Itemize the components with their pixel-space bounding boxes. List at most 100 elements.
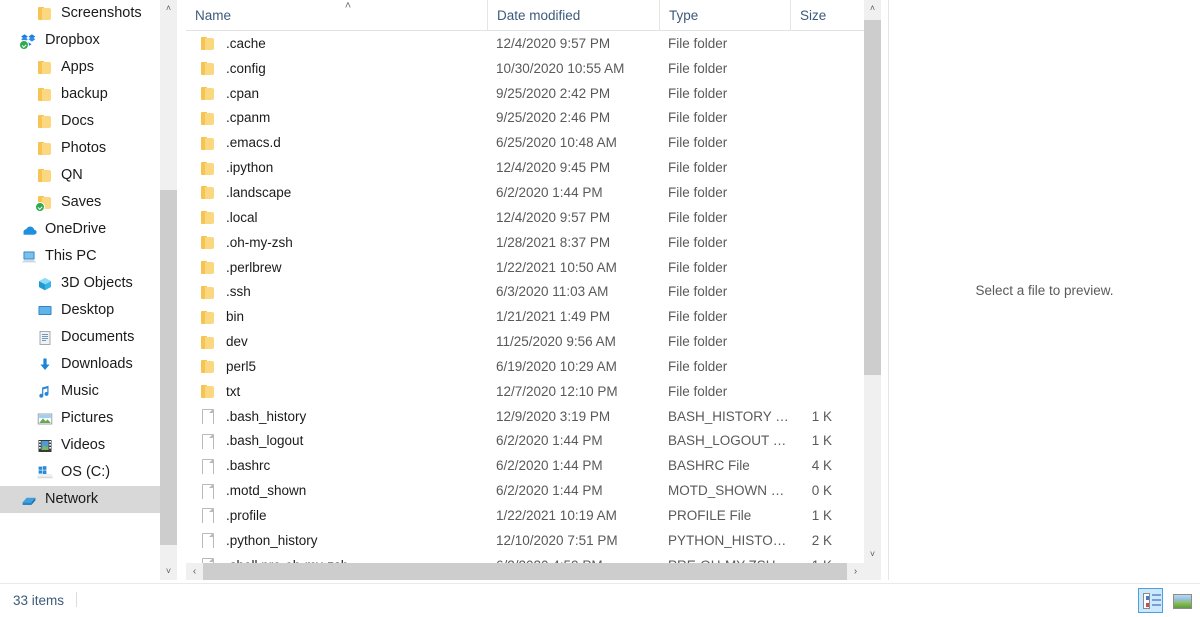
table-row[interactable]: dev 11/25/2020 9:56 AM File folder xyxy=(186,329,880,354)
view-mode-buttons[interactable] xyxy=(1138,588,1194,613)
table-row[interactable]: txt 12/7/2020 12:10 PM File folder xyxy=(186,379,880,404)
file-icon xyxy=(199,532,216,549)
sidebar-item-desktop[interactable]: Desktop xyxy=(0,297,160,324)
column-header-name[interactable]: Name ˄ xyxy=(186,0,487,31)
sidebar-item-music[interactable]: Music xyxy=(0,378,160,405)
date-modified-cell: 6/2/2020 1:44 PM xyxy=(496,184,603,200)
table-row[interactable]: .emacs.d 6/25/2020 10:48 AM File folder xyxy=(186,130,880,155)
table-row[interactable]: .cpan 9/25/2020 2:42 PM File folder xyxy=(186,81,880,106)
sidebar-item-screenshots[interactable]: Screenshots xyxy=(0,0,160,27)
sidebar-item-photos[interactable]: Photos xyxy=(0,135,160,162)
file-name-cell: .bash_history xyxy=(186,408,487,425)
sidebar-item-os-c[interactable]: OS (C:) xyxy=(0,459,160,486)
file-type-cell: PROFILE File xyxy=(668,507,752,523)
file-type-cell: File folder xyxy=(668,184,728,200)
table-row[interactable]: .profile 1/22/2021 10:19 AM PROFILE File 1 … xyxy=(186,503,880,528)
table-row[interactable]: .motd_shown 6/2/2020 1:44 PM MOTD_SHOWN Fi… xyxy=(186,478,880,503)
file-type-cell: File folder xyxy=(668,383,728,399)
list-horizontal-scrollbar[interactable]: ‹ › xyxy=(186,563,864,580)
list-vertical-scrollbar[interactable]: ˄ ˅ xyxy=(864,0,881,580)
sidebar-item-label: Photos xyxy=(61,140,107,157)
sidebar-item-downloads[interactable]: Downloads xyxy=(0,351,160,378)
file-name-cell: txt xyxy=(186,383,487,399)
table-row[interactable]: .bash_history 12/9/2020 3:19 PM BASH_HISTO… xyxy=(186,404,880,429)
file-list-rows[interactable]: .cache 12/4/2020 9:57 PM File folder .confi… xyxy=(186,31,880,566)
nav-vertical-scrollbar[interactable]: ˄ ˅ xyxy=(160,0,177,580)
list-scroll-up-button[interactable]: ˄ xyxy=(864,0,881,17)
sidebar-item-dropbox[interactable]: Dropbox xyxy=(0,27,160,54)
table-row[interactable]: .landscape 6/2/2020 1:44 PM File folder xyxy=(186,180,880,205)
details-view-button[interactable] xyxy=(1138,588,1163,613)
folder-icon xyxy=(199,358,216,374)
file-name-label: .bashrc xyxy=(226,458,271,474)
table-row[interactable]: perl5 6/19/2020 10:29 AM File folder xyxy=(186,354,880,379)
table-row[interactable]: .cpanm 9/25/2020 2:46 PM File folder xyxy=(186,106,880,131)
desktop-icon xyxy=(36,302,54,319)
table-row[interactable]: .config 10/30/2020 10:55 AM File folder xyxy=(186,56,880,81)
network-icon xyxy=(20,491,38,508)
table-row[interactable]: .local 12/4/2020 9:57 PM File folder xyxy=(186,205,880,230)
folder-icon xyxy=(199,35,216,51)
navigation-pane[interactable]: Screenshots Dropbox Apps backup Docs Photos QN… xyxy=(0,0,160,580)
sidebar-item-onedrive[interactable]: OneDrive xyxy=(0,216,160,243)
folder-icon xyxy=(36,5,54,22)
sidebar-item-this-pc[interactable]: This PC xyxy=(0,243,160,270)
table-row[interactable]: bin 1/21/2021 1:49 PM File folder xyxy=(186,304,880,329)
music-icon xyxy=(36,383,54,400)
sidebar-item-label: Videos xyxy=(61,437,106,454)
file-name-label: .ipython xyxy=(226,160,274,176)
folder-icon xyxy=(199,234,216,250)
file-type-cell: File folder xyxy=(668,60,728,76)
list-scroll-right-button[interactable]: › xyxy=(847,563,864,580)
file-name-cell: .cache xyxy=(186,35,487,51)
table-row[interactable]: .bashrc 6/2/2020 1:44 PM BASHRC File 4 K xyxy=(186,453,880,478)
column-header-type[interactable]: Type xyxy=(659,0,790,31)
sidebar-item-documents[interactable]: Documents xyxy=(0,324,160,351)
file-type-cell: BASH_HISTORY File xyxy=(668,408,790,424)
table-row[interactable]: .bash_logout 6/2/2020 1:44 PM BASH_LOGOUT … xyxy=(186,429,880,454)
column-header-date-modified[interactable]: Date modified xyxy=(487,0,659,31)
date-modified-cell: 1/21/2021 1:49 PM xyxy=(496,309,611,325)
sidebar-item-label: Documents xyxy=(61,329,135,346)
sidebar-item-label: backup xyxy=(61,86,108,103)
sidebar-item-videos[interactable]: Videos xyxy=(0,432,160,459)
table-row[interactable]: .cache 12/4/2020 9:57 PM File folder xyxy=(186,31,880,56)
sidebar-item-pictures[interactable]: Pictures xyxy=(0,405,160,432)
file-name-cell: .emacs.d xyxy=(186,135,487,151)
date-modified-cell: 6/2/2020 1:44 PM xyxy=(496,458,603,474)
file-name-cell: .bash_logout xyxy=(186,433,487,449)
table-row[interactable]: .ipython 12/4/2020 9:45 PM File folder xyxy=(186,155,880,180)
list-scrollbar-track[interactable] xyxy=(864,17,881,563)
sidebar-item-saves[interactable]: Saves xyxy=(0,189,160,216)
sidebar-item-backup[interactable]: backup xyxy=(0,81,160,108)
table-row[interactable]: .ssh 6/3/2020 11:03 AM File folder xyxy=(186,279,880,304)
list-scrollbar-thumb[interactable] xyxy=(864,20,881,375)
file-name-label: .profile xyxy=(226,507,267,523)
file-name-label: dev xyxy=(226,334,248,350)
file-icon xyxy=(199,483,216,499)
nav-scrollbar-track[interactable] xyxy=(160,17,177,563)
sidebar-item-network[interactable]: Network xyxy=(0,486,160,513)
sidebar-item-3d-objects[interactable]: 3D Objects xyxy=(0,270,160,297)
table-row[interactable]: .oh-my-zsh 1/28/2021 8:37 PM File folder xyxy=(186,230,880,255)
date-modified-cell: 6/2/2020 1:44 PM xyxy=(496,483,603,499)
sidebar-item-qn[interactable]: QN xyxy=(0,162,160,189)
nav-scroll-down-button[interactable]: ˅ xyxy=(160,563,177,580)
table-row[interactable]: .python_history 12/10/2020 7:51 PM PYTHON_… xyxy=(186,528,880,553)
list-scroll-left-button[interactable]: ‹ xyxy=(186,563,203,580)
file-name-label: .motd_shown xyxy=(226,483,307,499)
file-name-label: .local xyxy=(226,209,258,225)
preview-empty-message: Select a file to preview. xyxy=(975,282,1114,298)
nav-scrollbar-thumb[interactable] xyxy=(160,190,177,545)
sidebar-item-docs[interactable]: Docs xyxy=(0,108,160,135)
sync-check-badge-icon xyxy=(35,202,45,212)
sidebar-item-label: QN xyxy=(61,167,83,184)
large-icons-view-button[interactable] xyxy=(1169,588,1194,613)
file-name-cell: bin xyxy=(186,309,487,325)
file-name-label: .python_history xyxy=(226,532,318,548)
sidebar-item-apps[interactable]: Apps xyxy=(0,54,160,81)
list-scroll-down-button[interactable]: ˅ xyxy=(864,546,881,563)
nav-scroll-up-button[interactable]: ˄ xyxy=(160,0,177,17)
table-row[interactable]: .perlbrew 1/22/2021 10:50 AM File folder xyxy=(186,255,880,280)
list-horizontal-scrollbar-thumb[interactable] xyxy=(203,563,847,580)
